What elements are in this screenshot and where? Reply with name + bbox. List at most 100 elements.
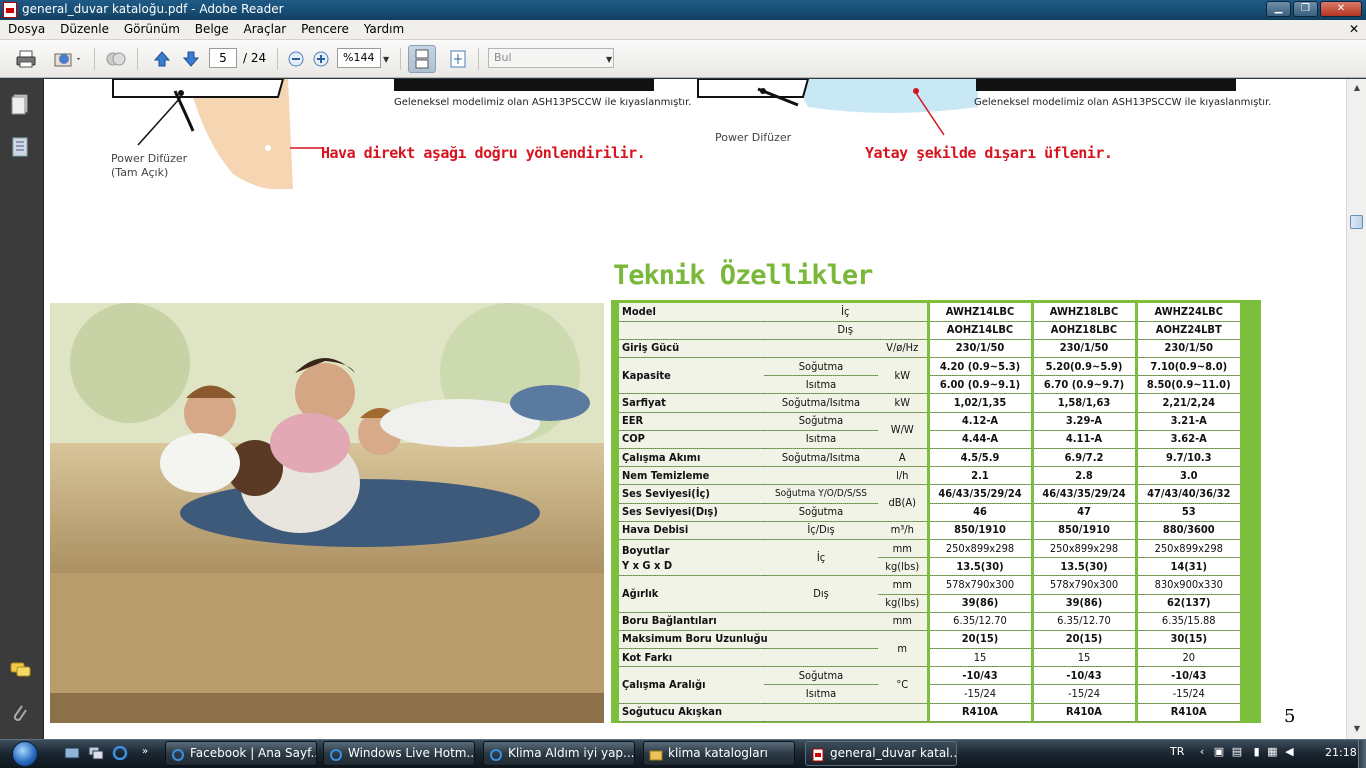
power-diffuser-label-left: Power Difüzer bbox=[111, 152, 188, 165]
pages-icon[interactable] bbox=[10, 93, 30, 115]
maximize-button[interactable]: ❐ bbox=[1293, 1, 1318, 17]
menu-duzenle[interactable]: Düzenle bbox=[52, 20, 109, 36]
spec-sub: Soğutma/Isıtma bbox=[764, 393, 878, 413]
power-diffuser-label-right: Power Difüzer bbox=[715, 131, 792, 144]
switch-windows-icon[interactable] bbox=[88, 746, 104, 760]
zoom-dropdown-icon[interactable]: ▼ bbox=[383, 55, 389, 64]
task-hotmail[interactable]: Windows Live Hotm... bbox=[323, 741, 475, 766]
spec-unit: kg(lbs) bbox=[878, 557, 928, 577]
zoom-select[interactable]: %144 bbox=[337, 48, 381, 68]
clock[interactable]: 21:18 bbox=[1325, 746, 1357, 759]
task-klima-kataloglari[interactable]: klima katalogları bbox=[643, 741, 795, 766]
spec-unit: °C bbox=[878, 666, 928, 704]
scroll-down-icon[interactable]: ▼ bbox=[1350, 722, 1364, 736]
internet-explorer-icon[interactable] bbox=[112, 745, 128, 761]
network-icon[interactable]: ▣ bbox=[1214, 745, 1224, 758]
menu-yardim[interactable]: Yardım bbox=[356, 20, 404, 36]
language-indicator[interactable]: TR bbox=[1170, 745, 1184, 758]
folder-icon bbox=[649, 747, 663, 761]
minimize-button[interactable]: ▁ bbox=[1266, 1, 1291, 17]
spec-value: 62(137) bbox=[1134, 594, 1240, 613]
network-status-icon[interactable]: ▦ bbox=[1267, 745, 1277, 758]
spec-value: AOHZ18LBC bbox=[1030, 321, 1136, 340]
spec-value: 3.62-A bbox=[1134, 430, 1240, 450]
task-facebook[interactable]: Facebook | Ana Sayf... bbox=[165, 741, 317, 766]
black-bar-right bbox=[976, 79, 1236, 91]
spec-value: 2,21/2,24 bbox=[1134, 393, 1240, 413]
previous-page-icon[interactable] bbox=[150, 48, 174, 70]
menu-araclar[interactable]: Araçlar bbox=[236, 20, 287, 36]
spec-label: Çalışma Aralığı bbox=[619, 666, 764, 704]
comments-icon[interactable] bbox=[10, 661, 31, 683]
spec-sub: Soğutma Y/O/D/S/SS bbox=[764, 484, 878, 504]
page-total: / 24 bbox=[243, 51, 267, 65]
bookmarks-icon[interactable] bbox=[10, 136, 30, 158]
menu-belge[interactable]: Belge bbox=[187, 20, 229, 36]
scroll-thumb[interactable] bbox=[1350, 215, 1363, 229]
spec-value: 6.35/15.88 bbox=[1134, 612, 1240, 631]
spec-value: 4.12-A bbox=[926, 412, 1032, 431]
print-icon[interactable] bbox=[14, 48, 38, 70]
power-diffuser-sub-left: (Tam Açık) bbox=[111, 166, 169, 179]
spec-value: 2.1 bbox=[926, 466, 1032, 486]
spec-value: 15 bbox=[926, 648, 1032, 668]
adobe-reader-icon bbox=[3, 2, 17, 18]
start-button[interactable] bbox=[4, 740, 48, 768]
spec-unit: l/h bbox=[878, 466, 928, 486]
document-viewport[interactable]: Geleneksel modelimiz olan ASH13PSCCW ile… bbox=[44, 79, 1346, 739]
spec-value: 850/1910 bbox=[926, 521, 1032, 540]
caption-right: Geleneksel modelimiz olan ASH13PSCCW ile… bbox=[974, 97, 1272, 108]
family-photo bbox=[50, 303, 604, 723]
task-klima-aldim[interactable]: Klima Aldım iyi yap... bbox=[483, 741, 635, 766]
spec-value: 1,58/1,63 bbox=[1030, 393, 1136, 413]
spec-value: 880/3600 bbox=[1134, 521, 1240, 540]
spec-sub: Isıtma bbox=[764, 375, 878, 395]
spec-value: 14(31) bbox=[1134, 557, 1240, 577]
spec-value: 6.35/12.70 bbox=[1030, 612, 1136, 631]
zoom-in-icon[interactable] bbox=[309, 48, 333, 70]
spec-label: Hava Debisi bbox=[619, 521, 764, 540]
menu-dosya[interactable]: Dosya bbox=[0, 20, 45, 36]
volume-icon[interactable]: ◀ bbox=[1285, 745, 1293, 758]
spec-sub: Dış bbox=[764, 575, 878, 613]
scrolling-mode-icon[interactable] bbox=[408, 45, 436, 73]
spec-value: 250x899x298 bbox=[1030, 539, 1136, 559]
pdf-page: Geleneksel modelimiz olan ASH13PSCCW ile… bbox=[48, 79, 1346, 739]
spec-unit: W/W bbox=[878, 412, 928, 450]
spec-value: 578x790x300 bbox=[926, 575, 1032, 595]
email-icon[interactable] bbox=[50, 48, 84, 70]
close-button[interactable]: ✕ bbox=[1320, 1, 1362, 17]
collaborate-icon[interactable] bbox=[104, 48, 128, 70]
red-caption-left: Hava direkt aşağı doğru yönlendirilir. bbox=[321, 144, 646, 162]
tray-app-icon[interactable]: ▤ bbox=[1232, 745, 1242, 758]
attachments-icon[interactable] bbox=[10, 703, 30, 725]
spec-value: AWHZ24LBC bbox=[1134, 303, 1240, 322]
menu-pencere[interactable]: Pencere bbox=[293, 20, 349, 36]
scroll-up-icon[interactable]: ▲ bbox=[1350, 81, 1364, 95]
spec-sub: İç/Dış bbox=[764, 521, 878, 540]
show-desktop-icon[interactable] bbox=[64, 746, 80, 760]
vertical-scrollbar[interactable]: ▲ ▼ bbox=[1346, 79, 1366, 739]
power-icon[interactable]: ▮ bbox=[1254, 745, 1260, 758]
tray-expand-icon[interactable]: ‹ bbox=[1200, 745, 1204, 758]
next-page-icon[interactable] bbox=[179, 48, 203, 70]
spec-value: 8.50(0.9~11.0) bbox=[1134, 375, 1240, 395]
page-number-input[interactable]: 5 bbox=[209, 48, 237, 68]
show-desktop-button[interactable] bbox=[1358, 740, 1366, 768]
task-adobe-reader[interactable]: general_duvar katal... bbox=[805, 741, 957, 766]
fit-page-icon[interactable] bbox=[446, 48, 470, 70]
pointer-line-right bbox=[915, 93, 945, 136]
quick-launch-more-icon[interactable]: » bbox=[142, 746, 158, 760]
spec-unit: mm bbox=[878, 539, 928, 559]
find-input[interactable]: Bul bbox=[488, 48, 614, 68]
find-dropdown-icon[interactable]: ▼ bbox=[606, 55, 612, 64]
spec-label-a: Boyutlar bbox=[622, 543, 670, 557]
spec-value: 46 bbox=[926, 503, 1032, 522]
menu-gorunum[interactable]: Görünüm bbox=[116, 20, 180, 36]
zoom-out-icon[interactable] bbox=[284, 48, 308, 70]
adobe-pdf-icon bbox=[811, 747, 825, 762]
toolbar bbox=[0, 40, 1366, 78]
close-document-icon[interactable]: ✕ bbox=[1349, 22, 1359, 36]
spec-value: 850/1910 bbox=[1030, 521, 1136, 540]
spec-unit: V/ø/Hz bbox=[878, 339, 928, 359]
